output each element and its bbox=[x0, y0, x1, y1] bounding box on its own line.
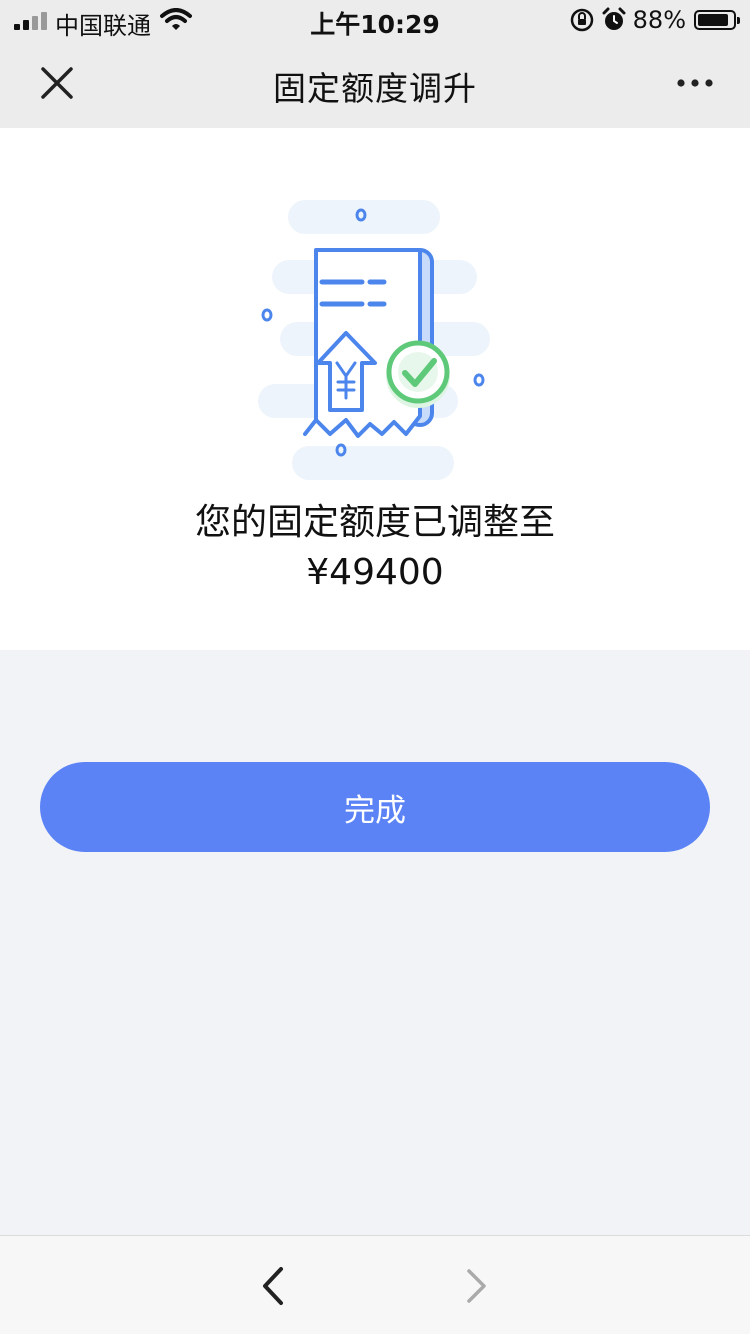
result-card: 您的固定额度已调整至 ¥49400 bbox=[0, 128, 750, 650]
more-icon[interactable] bbox=[670, 58, 720, 108]
done-button[interactable]: 完成 bbox=[40, 762, 710, 852]
receipt-approved-icon bbox=[258, 200, 490, 480]
chevron-left-icon[interactable] bbox=[248, 1261, 298, 1311]
battery-percent: 88% bbox=[632, 6, 686, 34]
navigation-bar: 固定额度调升 bbox=[0, 40, 750, 128]
result-message-text: 您的固定额度已调整至 bbox=[194, 502, 555, 543]
orientation-lock-icon bbox=[570, 8, 593, 32]
bottom-toolbar bbox=[0, 1235, 750, 1334]
status-bar: 中国联通 上午10:29 88% bbox=[0, 0, 750, 40]
alarm-icon bbox=[602, 7, 626, 30]
limit-amount: ¥49400 bbox=[306, 552, 444, 593]
result-message: 您的固定额度已调整至 ¥49400 bbox=[0, 498, 750, 598]
battery-cap bbox=[737, 17, 740, 24]
status-right-group: 88% bbox=[569, 5, 740, 35]
battery-fill bbox=[698, 14, 728, 26]
battery-icon bbox=[694, 10, 740, 30]
chevron-right-icon[interactable] bbox=[450, 1261, 500, 1311]
page-title: 固定额度调升 bbox=[273, 69, 477, 108]
